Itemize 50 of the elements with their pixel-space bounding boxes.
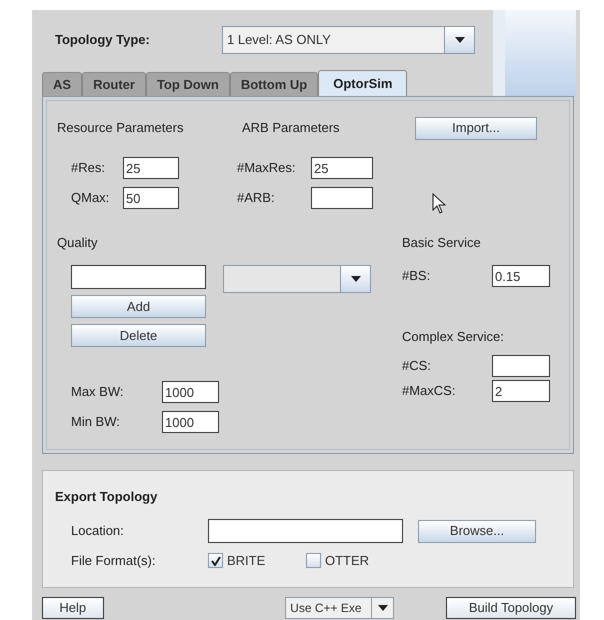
input-field[interactable]: 50 [123, 187, 179, 209]
section-title: Export Topology [55, 489, 158, 504]
section-title: Basic Service [402, 235, 481, 250]
input-field[interactable] [311, 187, 373, 209]
section-title: Complex Service: [402, 329, 504, 344]
format-checkbox[interactable]: BRITE [208, 551, 306, 570]
input-field[interactable]: 0.15 [492, 265, 550, 287]
checkmark-icon [210, 556, 220, 566]
tab[interactable]: Bottom Up [230, 72, 318, 96]
tab[interactable]: Router [82, 72, 146, 96]
input-field[interactable] [492, 355, 550, 377]
field-label: File Format(s): [71, 552, 156, 570]
help-button[interactable]: Help [42, 597, 104, 619]
quality-field[interactable] [71, 265, 206, 289]
quality-dropdown[interactable] [223, 265, 371, 293]
topology-type-dropdown[interactable]: 1 Level: AS ONLY [222, 26, 475, 54]
tab[interactable]: OptorSim [318, 70, 408, 96]
field-label: Max BW: [71, 383, 124, 402]
section-title: Quality [57, 235, 98, 250]
input-field[interactable]: 2 [492, 380, 550, 402]
topology-type-label: Topology Type: [54, 31, 151, 50]
field-label: QMax: [71, 189, 110, 208]
delete-button[interactable]: Delete [71, 324, 206, 347]
input-field[interactable]: 1000 [162, 381, 219, 403]
add-button[interactable]: Add [71, 295, 206, 318]
tab[interactable]: Top Down [146, 72, 230, 96]
caret-icon [378, 605, 388, 611]
mouse-pointer-icon [432, 193, 446, 215]
browse-button[interactable]: Browse... [418, 520, 536, 542]
field-label: Min BW: [71, 413, 121, 432]
field-label: #MaxRes: [237, 159, 297, 178]
section-title: ARB Parameters [242, 119, 341, 138]
section-title: Resource Parameters [57, 119, 184, 138]
caret-icon [350, 276, 360, 282]
field-label: #BS: [402, 267, 432, 286]
import-button[interactable]: Import... [415, 116, 537, 140]
field-label: #MaxCS: [402, 382, 456, 400]
field-label: #CS: [402, 357, 432, 376]
build-topology-button[interactable]: Build Topology [446, 597, 576, 619]
input-field[interactable]: 1000 [162, 411, 219, 433]
caret-icon [454, 37, 464, 43]
format-checkbox[interactable]: OTTER [306, 551, 404, 570]
field-label: #ARB: [237, 189, 276, 208]
field-label: Location: [71, 522, 125, 540]
exe-dropdown[interactable]: Use C++ Exe [285, 597, 394, 619]
input-field[interactable]: 25 [123, 157, 179, 179]
input-field[interactable]: 25 [311, 157, 373, 179]
tab[interactable]: AS [42, 72, 82, 96]
location-field[interactable] [208, 519, 403, 543]
field-label: #Res: [71, 159, 106, 178]
